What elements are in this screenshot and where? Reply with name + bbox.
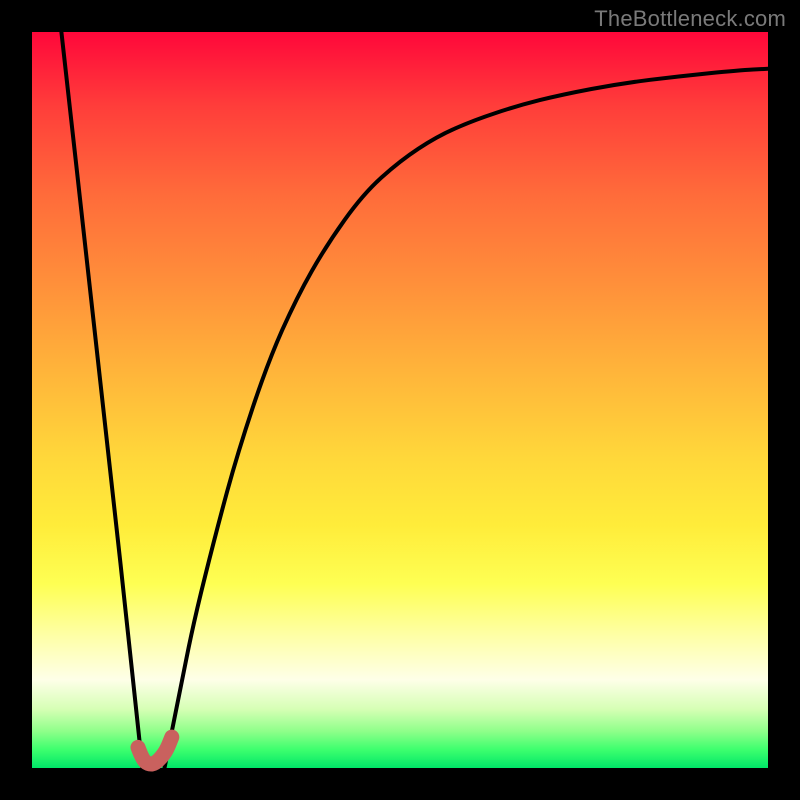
curve-right-branch	[165, 69, 769, 768]
optimal-marker	[138, 737, 172, 764]
watermark-text: TheBottleneck.com	[594, 6, 786, 32]
chart-overlay	[32, 32, 768, 768]
curve-left-branch	[61, 32, 142, 768]
chart-frame: TheBottleneck.com	[0, 0, 800, 800]
